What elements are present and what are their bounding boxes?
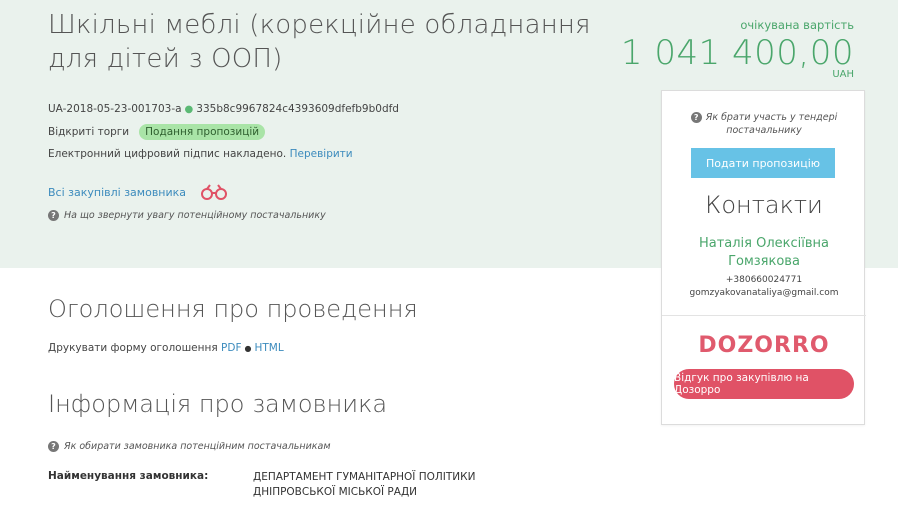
separator-dot-icon: ● (184, 104, 194, 115)
attention-hint[interactable]: ? На що звернути увагу потенційному пост… (48, 210, 326, 221)
signature-text: Електронний цифровий підпис накладено. (48, 148, 287, 160)
contact-phone: +380660024771 (725, 275, 803, 285)
contacts-title: Контакти (705, 191, 823, 219)
question-icon: ? (48, 210, 59, 221)
print-form-line: Друкувати форму оголошення PDF ● HTML (48, 342, 284, 354)
expected-value-label: очікувана вартість (740, 18, 854, 32)
question-icon: ? (690, 112, 702, 123)
tender-id-line: UA-2018-05-23-001703-a ● 335b8c9967824c439… (48, 103, 399, 115)
procedure-type: Відкриті торги (48, 126, 130, 138)
participation-hint[interactable]: ? Як брати участь у тендері постачальнику (672, 111, 856, 137)
all-purchases-link[interactable]: Всі закупівлі замовника (48, 186, 186, 199)
verify-signature-link[interactable]: Перевірити (290, 148, 353, 160)
customer-name-value: ДЕПАРТАМЕНТ ГУМАНІТАРНОЇ ПОЛІТИКИ ДНІПРО… (253, 471, 476, 498)
tender-id: UA-2018-05-23-001703-a (48, 103, 182, 115)
print-form-label: Друкувати форму оголошення (48, 342, 218, 354)
customer-heading: Інформація про замовника (48, 390, 388, 418)
contact-email: gomzyakovanataliya@gmail.com (689, 288, 839, 298)
expected-value: 1 041 400,00 (620, 33, 854, 73)
separator-dot-icon: ● (244, 344, 252, 353)
customer-name-label: Найменування замовника: (48, 470, 209, 482)
question-icon: ? (48, 441, 59, 452)
status-badge: Подання пропозицій (139, 124, 266, 140)
status-line: Відкриті торги Подання пропозицій (48, 124, 266, 140)
contact-name: Наталія Олексіївна Гомзякова (698, 236, 830, 269)
print-pdf-link[interactable]: PDF (221, 342, 241, 354)
tender-title: Шкільні меблі (корекційне обладнання для… (48, 10, 591, 74)
submit-proposal-button[interactable]: Подати пропозицію (691, 148, 835, 178)
attention-hint-text: На що звернути увагу потенційному постач… (64, 210, 326, 221)
participation-hint-text: Як брати участь у тендері постачальнику (705, 112, 838, 136)
currency: UAH (832, 69, 854, 80)
tender-hash: 335b8c9967824c4393609dfefb9b0dfd (196, 103, 399, 115)
customer-hint[interactable]: ? Як обирати замовника потенційним поста… (48, 441, 330, 452)
dozorro-logo: DOZORRO (698, 333, 830, 358)
announcement-heading: Оголошення про проведення (48, 295, 418, 323)
customer-hint-text: Як обирати замовника потенційним постача… (64, 441, 331, 452)
print-html-link[interactable]: HTML (255, 342, 284, 354)
panel-divider (662, 315, 866, 316)
signature-line: Електронний цифровий підпис накладено. П… (48, 148, 353, 160)
participation-panel: ? Як брати участь у тендері постачальнику… (661, 90, 866, 425)
all-purchases-row: Всі закупівлі замовника (48, 184, 228, 200)
binoculars-icon[interactable] (200, 184, 228, 200)
dozorro-review-button[interactable]: Відгук про закупівлю на Дозорро (674, 369, 854, 399)
